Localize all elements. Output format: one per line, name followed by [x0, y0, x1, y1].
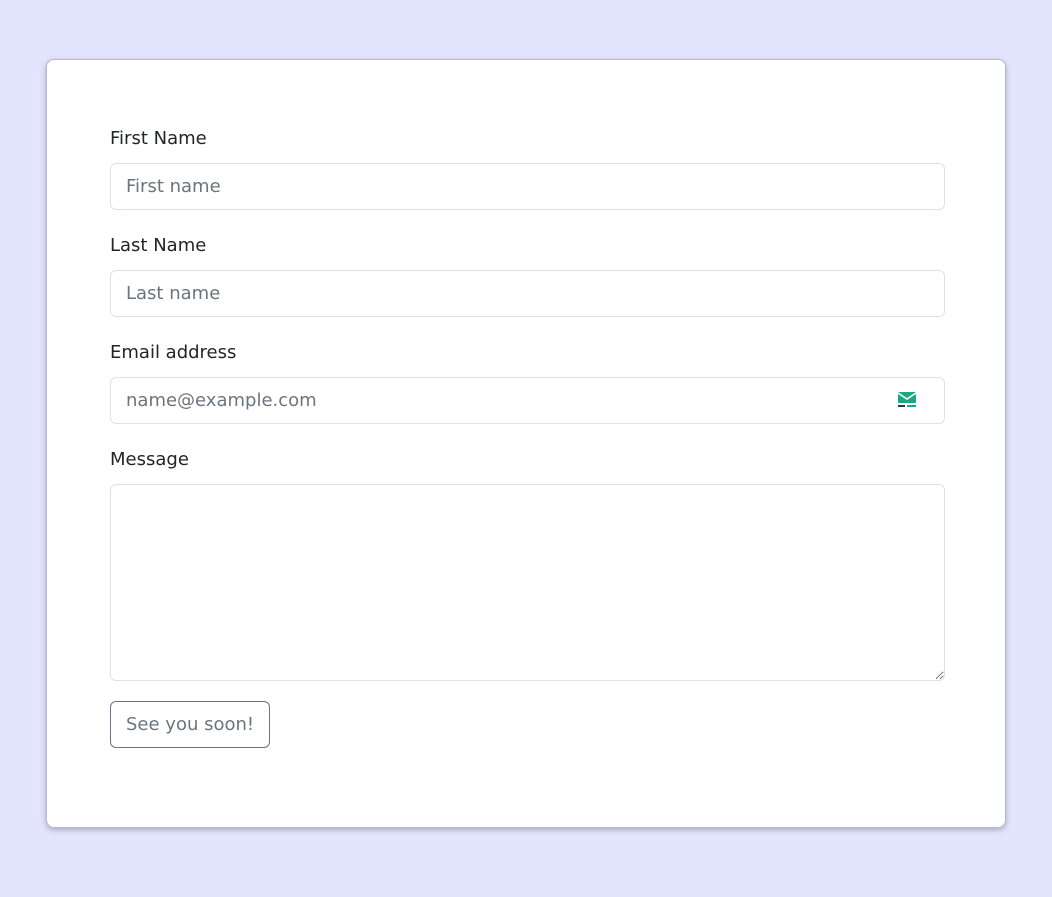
message-label: Message	[110, 449, 189, 470]
message-textarea[interactable]	[110, 484, 945, 681]
email-input[interactable]	[110, 377, 945, 424]
email-field	[110, 377, 945, 424]
email-label: Email address	[110, 342, 237, 363]
mail-icon[interactable]	[897, 391, 917, 409]
contact-form-card: First Name Last Name Email address Messa…	[46, 59, 1006, 828]
first-name-input[interactable]	[110, 163, 945, 210]
first-name-label: First Name	[110, 128, 207, 149]
last-name-input[interactable]	[110, 270, 945, 317]
last-name-label: Last Name	[110, 235, 207, 256]
submit-button[interactable]: See you soon!	[110, 701, 271, 748]
